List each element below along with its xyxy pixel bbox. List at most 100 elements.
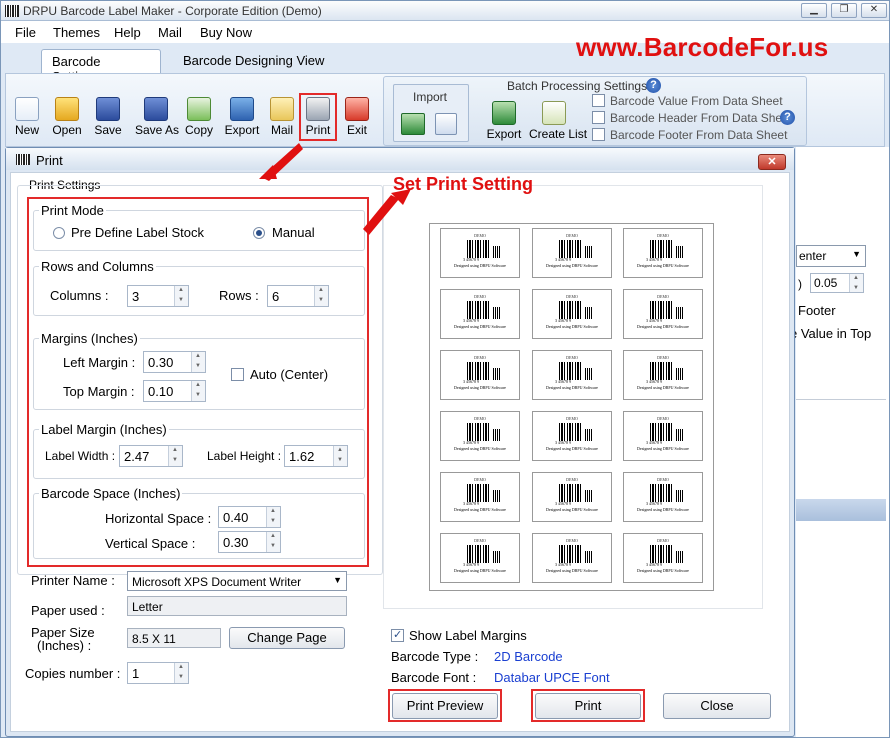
printer-icon [306, 97, 330, 121]
preview-label: DEMO 3 45678 9 Designed using DRPU Softwar… [623, 350, 703, 400]
label-number-text: 3 45678 9 [646, 318, 662, 323]
alignment-select[interactable]: enter ▼ [796, 245, 866, 267]
printer-name-label: Printer Name : [31, 573, 115, 588]
minimize-button[interactable]: ▁ [801, 3, 827, 18]
restore-button[interactable]: ❐ [831, 3, 857, 18]
new-button[interactable]: New [7, 97, 47, 137]
title-bar: DRPU Barcode Label Maker - Corporate Edi… [1, 1, 889, 21]
vertical-space-stepper[interactable]: 0.30 [218, 531, 281, 553]
background-value-top-label: e Value in Top [790, 326, 872, 341]
open-button[interactable]: Open [47, 97, 87, 137]
header-from-sheet-checkbox[interactable] [592, 111, 605, 124]
left-margin-label: Left Margin : [63, 355, 136, 370]
barcode-bars [650, 423, 672, 441]
rows-columns-title: Rows and Columns [39, 259, 156, 274]
label-height-stepper[interactable]: 1.62 [284, 445, 348, 467]
save-as-button[interactable]: Save As [135, 97, 179, 137]
barcode-addon-bars [585, 551, 593, 563]
label-demo-text: DEMO [566, 355, 578, 360]
printer-select[interactable]: Microsoft XPS Document Writer ▼ [127, 571, 347, 591]
left-margin-stepper[interactable]: 0.30 [143, 351, 206, 373]
label-number-text: 3 45678 9 [555, 440, 571, 445]
label-footer-text: Designed using DRPU Software [546, 507, 598, 512]
value-from-sheet-checkbox[interactable] [592, 94, 605, 107]
rows-stepper[interactable]: 6 [267, 285, 329, 307]
preview-label: DEMO 3 45678 9 Designed using DRPU Softwar… [623, 411, 703, 461]
dialog-close-button[interactable]: ✕ [758, 154, 786, 170]
save-button[interactable]: Save [88, 97, 128, 137]
paper-used-field: Letter [127, 596, 347, 616]
close-button[interactable]: Close [663, 693, 771, 719]
background-spin-input[interactable]: 0.05 [810, 273, 864, 293]
print-toolbar-button[interactable]: Print [298, 97, 338, 137]
horizontal-space-stepper[interactable]: 0.40 [218, 506, 281, 528]
show-label-margins-checkbox[interactable]: ✓ [391, 629, 404, 642]
label-number-text: 3 45678 9 [463, 379, 479, 384]
label-footer-text: Designed using DRPU Software [637, 385, 689, 390]
barcode-font-label: Barcode Font : [391, 670, 477, 685]
change-page-button[interactable]: Change Page [229, 627, 345, 649]
background-paren: ) [798, 277, 802, 291]
preview-label: DEMO 3 45678 9 Designed using DRPU Softwar… [532, 533, 612, 583]
export-button[interactable]: Export [222, 97, 262, 137]
label-footer-text: Designed using DRPU Software [637, 568, 689, 573]
barcode-bars [559, 545, 581, 563]
copies-label: Copies number : [25, 666, 121, 681]
barcode-bars [559, 301, 581, 319]
menu-mail[interactable]: Mail [158, 25, 182, 40]
background-panel: enter ▼ ) 0.05 Footer e Value in Top [790, 147, 889, 737]
label-demo-text: DEMO [474, 538, 486, 543]
print-button[interactable]: Print [535, 693, 641, 719]
label-width-stepper[interactable]: 2.47 [119, 445, 183, 467]
import-excel-icon[interactable] [401, 113, 425, 135]
application-window: DRPU Barcode Label Maker - Corporate Edi… [0, 0, 890, 738]
auto-center-label: Auto (Center) [250, 367, 329, 382]
import-title: Import [413, 90, 448, 104]
exit-button[interactable]: Exit [337, 97, 377, 137]
label-number-text: 3 45678 9 [463, 562, 479, 567]
label-footer-text: Designed using DRPU Software [454, 263, 506, 268]
footer-from-sheet-checkbox[interactable] [592, 128, 605, 141]
label-demo-text: DEMO [566, 233, 578, 238]
preview-label: DEMO 3 45678 9 Designed using DRPU Softwar… [623, 289, 703, 339]
close-window-button[interactable]: ✕ [861, 3, 887, 18]
header-from-sheet-label: Barcode Header From Data Sheet [610, 111, 793, 125]
barcode-bars [467, 301, 489, 319]
copies-stepper[interactable]: 1 [127, 662, 189, 684]
batch-export-button[interactable]: Export [484, 101, 524, 141]
mail-button[interactable]: Mail [262, 97, 302, 137]
menu-buy-now[interactable]: Buy Now [200, 25, 252, 40]
tab-barcode-settings[interactable]: Barcode Settings [41, 49, 161, 84]
preview-label: DEMO 3 45678 9 Designed using DRPU Softwar… [440, 533, 520, 583]
menu-file[interactable]: File [15, 25, 36, 40]
print-mode-title: Print Mode [39, 203, 106, 218]
paper-size-unit-label: (Inches) : [37, 638, 92, 653]
print-preview-button[interactable]: Print Preview [392, 693, 498, 719]
tab-barcode-designing-view[interactable]: Barcode Designing View [173, 49, 334, 73]
barcode-bars [650, 484, 672, 502]
menu-help[interactable]: Help [114, 25, 141, 40]
options-help-icon[interactable]: ? [780, 110, 795, 125]
barcode-bars [650, 545, 672, 563]
auto-center-checkbox[interactable] [231, 368, 244, 381]
columns-stepper[interactable]: 3 [127, 285, 189, 307]
print-preview-page: DEMO 3 45678 9 Designed using DRPU Softwar… [429, 223, 714, 591]
predefine-stock-radio[interactable] [53, 227, 65, 239]
preview-label: DEMO 3 45678 9 Designed using DRPU Softwar… [532, 228, 612, 278]
window-title: DRPU Barcode Label Maker - Corporate Edi… [23, 4, 322, 18]
label-demo-text: DEMO [566, 416, 578, 421]
barcode-addon-bars [676, 246, 684, 258]
save-as-icon [144, 97, 168, 121]
batch-help-icon[interactable]: ? [646, 78, 661, 93]
create-list-button[interactable]: Create List [529, 101, 587, 141]
barcode-app-icon [5, 5, 19, 17]
copy-button[interactable]: Copy [179, 97, 219, 137]
barcode-bars [467, 362, 489, 380]
menu-themes[interactable]: Themes [53, 25, 100, 40]
preview-label: DEMO 3 45678 9 Designed using DRPU Softwar… [532, 411, 612, 461]
export-icon [230, 97, 254, 121]
label-number-text: 3 45678 9 [646, 257, 662, 262]
top-margin-stepper[interactable]: 0.10 [143, 380, 206, 402]
import-document-icon[interactable] [435, 113, 457, 135]
label-footer-text: Designed using DRPU Software [454, 324, 506, 329]
